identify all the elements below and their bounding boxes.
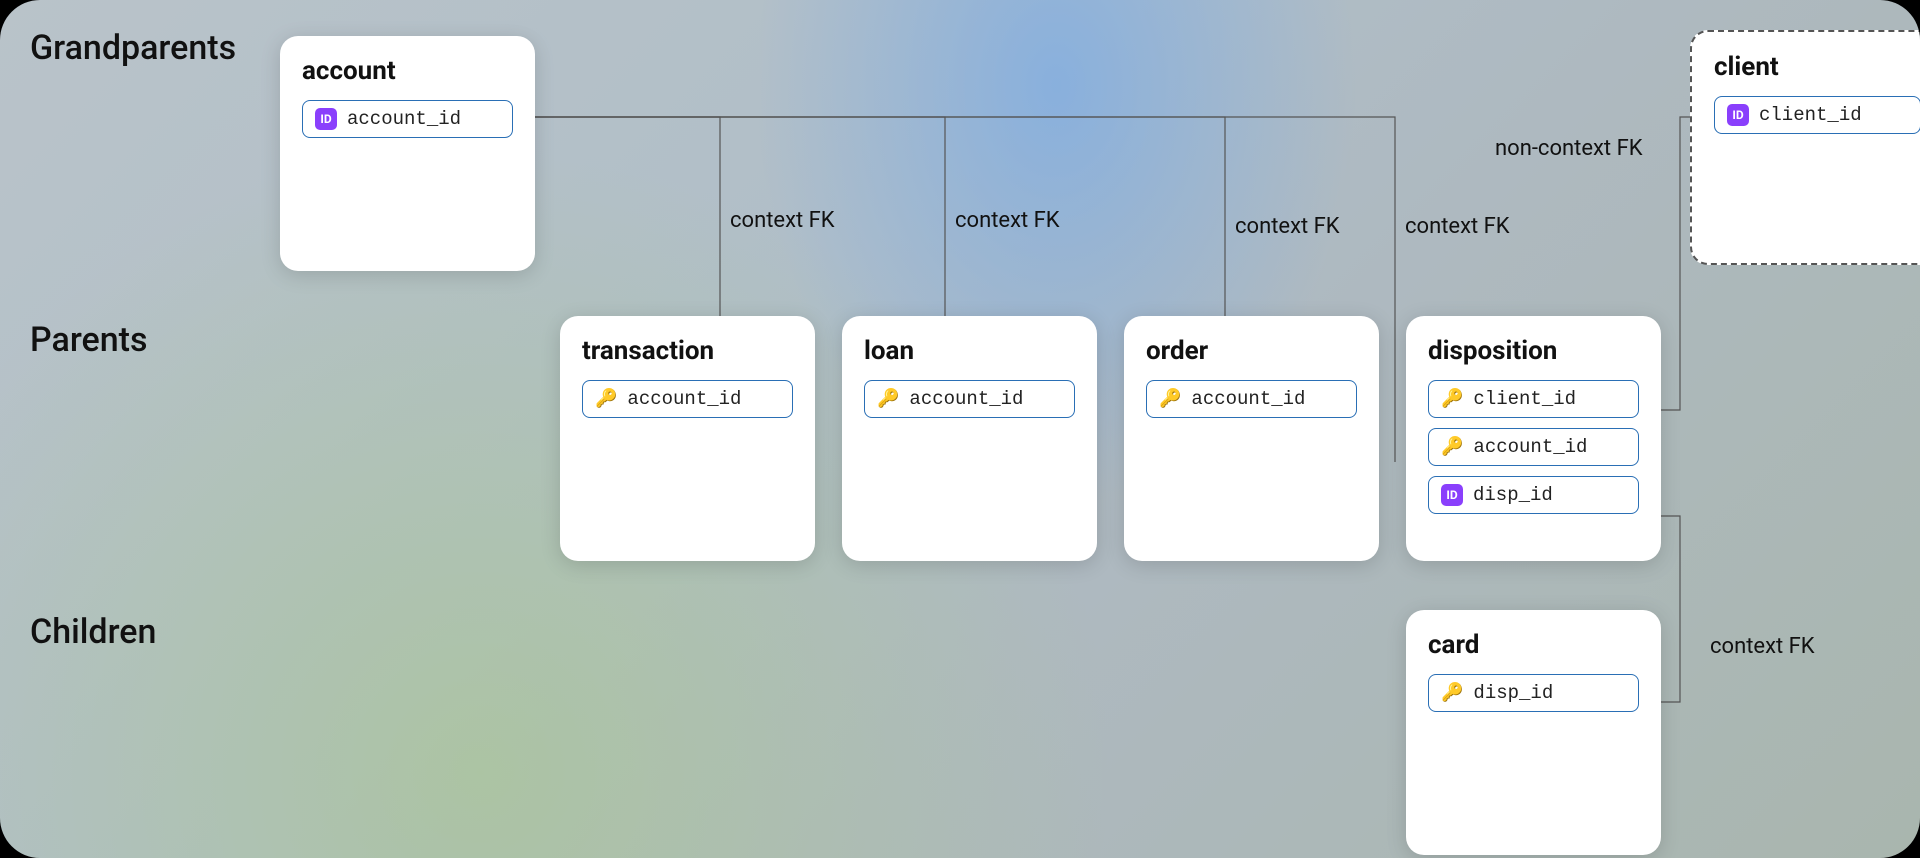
key-icon: 🔑 bbox=[1159, 390, 1181, 408]
entity-title: client bbox=[1714, 52, 1920, 82]
id-badge-icon: ID bbox=[1727, 104, 1749, 126]
field-account-account_id: ID account_id bbox=[302, 100, 513, 138]
id-badge-icon: ID bbox=[1441, 484, 1463, 506]
field-name: account_id bbox=[347, 108, 461, 130]
key-icon: 🔑 bbox=[1441, 438, 1463, 456]
entity-transaction: transaction 🔑 account_id bbox=[560, 316, 815, 561]
entity-order: order 🔑 account_id bbox=[1124, 316, 1379, 561]
entity-title: account bbox=[302, 56, 513, 86]
id-badge-icon: ID bbox=[315, 108, 337, 130]
entity-client: client ID client_id bbox=[1690, 30, 1920, 265]
field-name: account_id bbox=[1473, 436, 1587, 458]
field-card-disp_id: 🔑 disp_id bbox=[1428, 674, 1639, 712]
field-name: disp_id bbox=[1473, 484, 1553, 506]
field-name: client_id bbox=[1759, 104, 1862, 126]
entity-account: account ID account_id bbox=[280, 36, 535, 271]
key-icon: 🔑 bbox=[595, 390, 617, 408]
field-order-account_id: 🔑 account_id bbox=[1146, 380, 1357, 418]
edge-label-disposition-client: non-context FK bbox=[1495, 136, 1643, 161]
key-icon: 🔑 bbox=[1441, 684, 1463, 702]
field-disposition-account_id: 🔑 account_id bbox=[1428, 428, 1639, 466]
edge-label-transaction: context FK bbox=[730, 208, 835, 233]
field-disposition-disp_id: ID disp_id bbox=[1428, 476, 1639, 514]
field-name: account_id bbox=[1191, 388, 1305, 410]
field-name: account_id bbox=[627, 388, 741, 410]
edge-label-loan: context FK bbox=[955, 208, 1060, 233]
field-loan-account_id: 🔑 account_id bbox=[864, 380, 1075, 418]
field-name: client_id bbox=[1473, 388, 1576, 410]
key-icon: 🔑 bbox=[1441, 390, 1463, 408]
field-name: account_id bbox=[909, 388, 1023, 410]
entity-title: transaction bbox=[582, 336, 793, 366]
section-label-grandparents: Grandparents bbox=[30, 28, 236, 68]
field-client-client_id: ID client_id bbox=[1714, 96, 1920, 134]
entity-loan: loan 🔑 account_id bbox=[842, 316, 1097, 561]
edge-label-card: context FK bbox=[1710, 634, 1815, 659]
diagram-canvas: Grandparents Parents Children context FK… bbox=[0, 0, 1920, 858]
key-icon: 🔑 bbox=[877, 390, 899, 408]
edge-label-disposition-account: context FK bbox=[1405, 214, 1510, 239]
section-label-children: Children bbox=[30, 612, 156, 652]
entity-title: disposition bbox=[1428, 336, 1639, 366]
edge-label-order: context FK bbox=[1235, 214, 1340, 239]
field-transaction-account_id: 🔑 account_id bbox=[582, 380, 793, 418]
entity-title: card bbox=[1428, 630, 1639, 660]
entity-card: card 🔑 disp_id bbox=[1406, 610, 1661, 855]
section-label-parents: Parents bbox=[30, 320, 148, 360]
field-name: disp_id bbox=[1473, 682, 1553, 704]
entity-disposition: disposition 🔑 client_id 🔑 account_id ID … bbox=[1406, 316, 1661, 561]
entity-title: loan bbox=[864, 336, 1075, 366]
entity-title: order bbox=[1146, 336, 1357, 366]
field-disposition-client_id: 🔑 client_id bbox=[1428, 380, 1639, 418]
